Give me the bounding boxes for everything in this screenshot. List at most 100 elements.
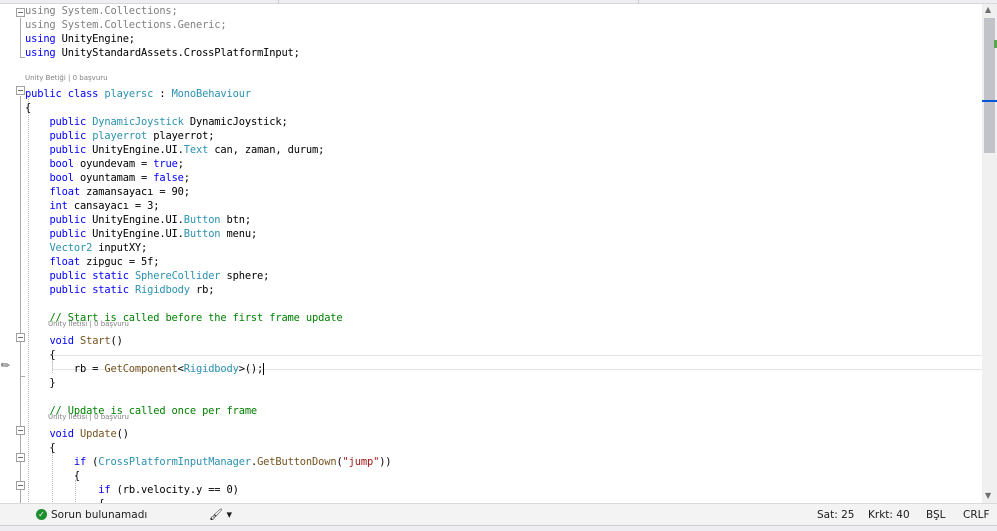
code-token: ( — [86, 456, 99, 468]
line-indicator[interactable]: Sat: 25 — [817, 504, 854, 526]
code-token: true — [153, 158, 178, 170]
code-token: Update — [79, 428, 117, 440]
code-token: Vector2 — [49, 242, 93, 254]
code-line: { — [25, 101, 31, 115]
code-token: public — [49, 130, 87, 142]
code-token: static — [92, 270, 129, 282]
code-token: Text — [183, 144, 209, 156]
code-token: UnityEngine.UI. — [86, 144, 184, 156]
code-token: zamansayacı = 90; — [79, 186, 190, 198]
code-token: int — [49, 200, 68, 212]
code-token: using — [25, 33, 56, 45]
code-token: public — [49, 284, 87, 296]
code-line: using System.Collections; — [25, 4, 178, 18]
code-token: { — [25, 470, 80, 482]
codelens-start[interactable]: Unity İletisi | 0 başvuru — [48, 319, 129, 329]
status-bar: ✓ Sorun bulunamadı 🖌 ▾ Sat: 25 Krkt: 40 … — [0, 503, 997, 525]
code-token: UnityEngine; — [55, 33, 135, 45]
code-token: sphere; — [220, 270, 270, 282]
caret-position-marker — [982, 100, 997, 102]
code-token: DynamicJoystick; — [183, 116, 288, 128]
code-line: void Update() — [25, 427, 129, 441]
code-token: DynamicJoystick — [92, 116, 184, 128]
code-token: rb; — [189, 284, 215, 296]
code-line: float zipguc = 5f; — [25, 255, 159, 269]
code-line: { — [25, 469, 80, 483]
code-token: using — [25, 47, 56, 59]
code-line: rb = GetComponent<Rigidbody>(); — [25, 362, 265, 376]
code-line: using UnityEngine; — [25, 32, 135, 46]
code-token: float — [49, 256, 80, 268]
text-caret — [263, 363, 265, 375]
code-token: GetComponent — [104, 363, 178, 375]
code-line: bool oyundevam = true; — [25, 157, 184, 171]
code-token: CrossPlatformInputManager — [98, 456, 251, 468]
code-token: menu; — [220, 228, 258, 240]
issues-status[interactable]: Sorun bulunamadı — [51, 504, 147, 526]
code-token: Button — [183, 214, 221, 226]
code-token: playerrot — [92, 130, 148, 142]
bottom-panel-strip — [0, 525, 997, 531]
code-token: can, zaman, durum; — [208, 144, 325, 156]
code-token: UnityEngine.UI. — [86, 214, 184, 226]
insert-mode-indicator[interactable]: BŞL — [926, 504, 946, 526]
line-ending-indicator[interactable]: CRLF — [963, 504, 990, 526]
code-token: oyuntamam = — [73, 172, 154, 184]
code-line: public UnityEngine.UI.Text can, zaman, d… — [25, 143, 324, 157]
code-token: () — [110, 335, 123, 347]
scroll-thumb[interactable] — [984, 18, 995, 153]
code-token: void — [49, 335, 74, 347]
code-token: )) — [379, 456, 392, 468]
vertical-scrollbar[interactable]: ▲ ▼ — [982, 4, 997, 503]
code-line: if (rb.velocity.y == 0) — [25, 483, 239, 497]
code-line: using UnityStandardAssets.CrossPlatformI… — [25, 46, 300, 60]
code-line: public static Rigidbody rb; — [25, 283, 214, 297]
code-token: btn; — [220, 214, 252, 226]
editor-gutter: ✎ — [0, 4, 25, 506]
code-token: public — [49, 270, 87, 282]
code-token: Rigidbody — [134, 284, 190, 296]
code-line: Vector2 inputXY; — [25, 241, 147, 255]
code-token: { — [25, 349, 56, 361]
code-token: float — [49, 186, 80, 198]
brush-icon[interactable]: 🖌 ▾ — [209, 504, 232, 526]
code-token: false — [153, 172, 184, 184]
code-token: UnityStandardAssets.CrossPlatformInput; — [55, 47, 300, 59]
column-indicator[interactable]: Krkt: 40 — [868, 504, 910, 526]
code-line: { — [25, 348, 56, 362]
code-token: static — [92, 284, 129, 296]
fold-line — [20, 343, 21, 376]
code-token: playersc — [104, 88, 154, 100]
code-token: playerrot; — [147, 130, 215, 142]
code-token: if — [73, 456, 87, 468]
code-line: public UnityEngine.UI.Button menu; — [25, 227, 257, 241]
code-editor[interactable]: using System.Collections; using System.Co… — [24, 4, 982, 503]
code-token: MonoBehaviour — [171, 88, 252, 100]
codelens-update[interactable]: Unity İletisi | 0 başvuru — [48, 412, 129, 422]
scroll-up-icon[interactable]: ▲ — [985, 5, 991, 14]
code-line: using System.Collections.Generic; — [25, 18, 227, 32]
code-token: GetButtonDown — [257, 456, 337, 468]
code-line: public static SphereCollider sphere; — [25, 269, 269, 283]
fold-line — [20, 96, 21, 506]
code-token: UnityEngine.UI. — [86, 228, 184, 240]
codelens-class[interactable]: Unity Betiği | 0 başvuru — [25, 73, 108, 83]
pencil-icon: ✎ — [0, 357, 14, 374]
code-token: SphereCollider — [134, 270, 221, 282]
code-token: () — [116, 428, 129, 440]
scroll-down-icon[interactable]: ▼ — [985, 491, 991, 500]
